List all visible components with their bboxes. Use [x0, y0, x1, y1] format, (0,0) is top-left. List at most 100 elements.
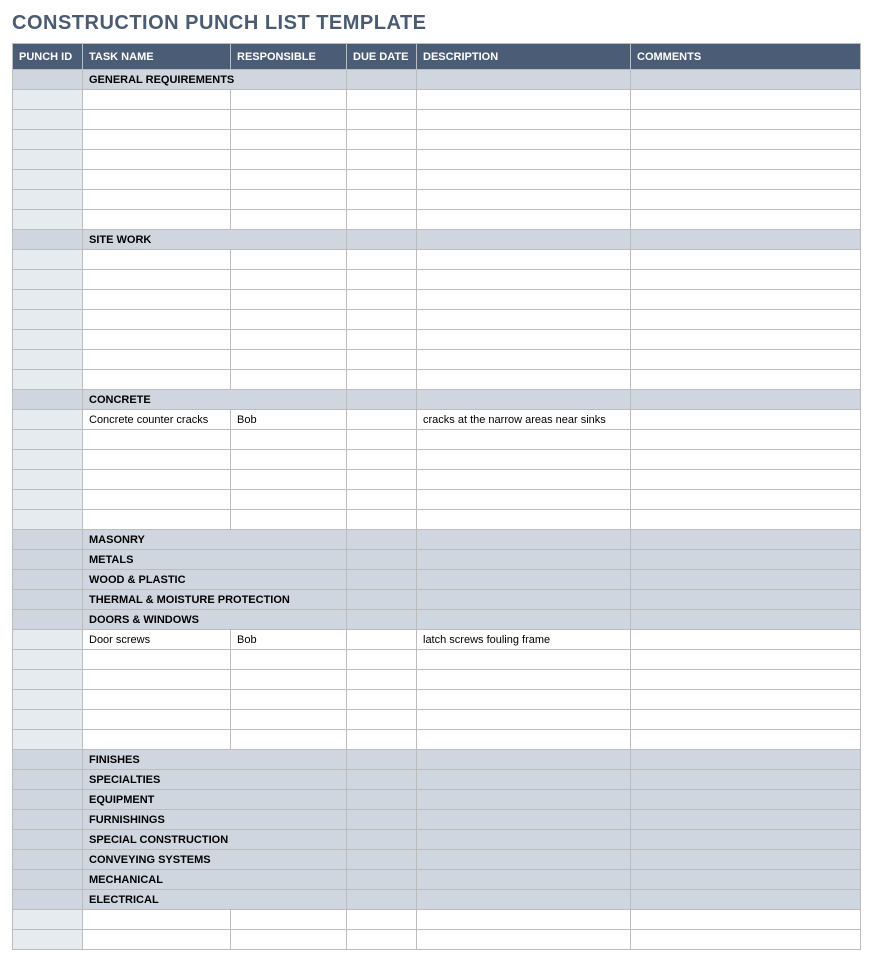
- cell-description[interactable]: [417, 350, 631, 370]
- cell-due-date[interactable]: [347, 590, 417, 610]
- cell-due-date[interactable]: [347, 470, 417, 490]
- cell-description[interactable]: [417, 370, 631, 390]
- cell-description[interactable]: [417, 770, 631, 790]
- cell-punch-id[interactable]: [13, 70, 83, 90]
- cell-task-name[interactable]: [83, 690, 231, 710]
- cell-comments[interactable]: [631, 490, 861, 510]
- cell-description[interactable]: [417, 390, 631, 410]
- cell-comments[interactable]: [631, 170, 861, 190]
- cell-due-date[interactable]: [347, 250, 417, 270]
- cell-description[interactable]: [417, 190, 631, 210]
- cell-description[interactable]: [417, 70, 631, 90]
- cell-punch-id[interactable]: [13, 750, 83, 770]
- cell-comments[interactable]: [631, 250, 861, 270]
- cell-comments[interactable]: [631, 110, 861, 130]
- cell-responsible[interactable]: [231, 130, 347, 150]
- cell-description[interactable]: [417, 750, 631, 770]
- cell-due-date[interactable]: [347, 490, 417, 510]
- cell-punch-id[interactable]: [13, 210, 83, 230]
- cell-punch-id[interactable]: [13, 630, 83, 650]
- cell-description[interactable]: [417, 710, 631, 730]
- cell-description[interactable]: [417, 290, 631, 310]
- cell-due-date[interactable]: [347, 630, 417, 650]
- cell-responsible[interactable]: Bob: [231, 410, 347, 430]
- cell-responsible[interactable]: [231, 930, 347, 950]
- cell-due-date[interactable]: [347, 670, 417, 690]
- cell-comments[interactable]: [631, 190, 861, 210]
- cell-punch-id[interactable]: [13, 570, 83, 590]
- cell-punch-id[interactable]: [13, 810, 83, 830]
- cell-responsible[interactable]: [231, 730, 347, 750]
- cell-due-date[interactable]: [347, 790, 417, 810]
- cell-punch-id[interactable]: [13, 190, 83, 210]
- cell-description[interactable]: [417, 890, 631, 910]
- cell-due-date[interactable]: [347, 390, 417, 410]
- cell-description[interactable]: [417, 590, 631, 610]
- cell-comments[interactable]: [631, 390, 861, 410]
- cell-task-name[interactable]: [83, 350, 231, 370]
- cell-comments[interactable]: [631, 930, 861, 950]
- cell-description[interactable]: [417, 230, 631, 250]
- cell-comments[interactable]: [631, 610, 861, 630]
- cell-due-date[interactable]: [347, 230, 417, 250]
- cell-comments[interactable]: [631, 370, 861, 390]
- cell-description[interactable]: [417, 270, 631, 290]
- cell-description[interactable]: [417, 570, 631, 590]
- cell-responsible[interactable]: [231, 150, 347, 170]
- cell-description[interactable]: [417, 910, 631, 930]
- cell-comments[interactable]: [631, 870, 861, 890]
- cell-due-date[interactable]: [347, 830, 417, 850]
- cell-description[interactable]: [417, 810, 631, 830]
- cell-punch-id[interactable]: [13, 370, 83, 390]
- cell-responsible[interactable]: [231, 290, 347, 310]
- cell-comments[interactable]: [631, 150, 861, 170]
- cell-comments[interactable]: [631, 310, 861, 330]
- cell-due-date[interactable]: [347, 710, 417, 730]
- cell-description[interactable]: [417, 130, 631, 150]
- cell-punch-id[interactable]: [13, 930, 83, 950]
- cell-punch-id[interactable]: [13, 650, 83, 670]
- cell-comments[interactable]: [631, 570, 861, 590]
- cell-comments[interactable]: [631, 590, 861, 610]
- cell-description[interactable]: [417, 850, 631, 870]
- cell-due-date[interactable]: [347, 90, 417, 110]
- cell-description[interactable]: [417, 490, 631, 510]
- cell-responsible[interactable]: [231, 450, 347, 470]
- cell-responsible[interactable]: [231, 910, 347, 930]
- cell-punch-id[interactable]: [13, 830, 83, 850]
- cell-due-date[interactable]: [347, 650, 417, 670]
- cell-task-name[interactable]: [83, 370, 231, 390]
- cell-comments[interactable]: [631, 630, 861, 650]
- cell-description[interactable]: [417, 210, 631, 230]
- cell-task-name[interactable]: [83, 650, 231, 670]
- cell-task-name[interactable]: [83, 210, 231, 230]
- cell-responsible[interactable]: [231, 670, 347, 690]
- cell-comments[interactable]: [631, 710, 861, 730]
- cell-comments[interactable]: [631, 530, 861, 550]
- cell-due-date[interactable]: [347, 110, 417, 130]
- cell-responsible[interactable]: [231, 110, 347, 130]
- cell-description[interactable]: [417, 150, 631, 170]
- cell-punch-id[interactable]: [13, 390, 83, 410]
- cell-task-name[interactable]: [83, 150, 231, 170]
- cell-punch-id[interactable]: [13, 290, 83, 310]
- cell-comments[interactable]: [631, 270, 861, 290]
- cell-due-date[interactable]: [347, 290, 417, 310]
- cell-due-date[interactable]: [347, 510, 417, 530]
- cell-task-name[interactable]: [83, 190, 231, 210]
- cell-description[interactable]: [417, 610, 631, 630]
- cell-comments[interactable]: [631, 70, 861, 90]
- cell-comments[interactable]: [631, 670, 861, 690]
- cell-due-date[interactable]: [347, 730, 417, 750]
- cell-description[interactable]: [417, 730, 631, 750]
- cell-task-name[interactable]: [83, 130, 231, 150]
- cell-description[interactable]: latch screws fouling frame: [417, 630, 631, 650]
- cell-comments[interactable]: [631, 230, 861, 250]
- cell-comments[interactable]: [631, 470, 861, 490]
- cell-comments[interactable]: [631, 210, 861, 230]
- cell-description[interactable]: [417, 470, 631, 490]
- cell-comments[interactable]: [631, 910, 861, 930]
- cell-description[interactable]: [417, 430, 631, 450]
- cell-punch-id[interactable]: [13, 590, 83, 610]
- cell-comments[interactable]: [631, 790, 861, 810]
